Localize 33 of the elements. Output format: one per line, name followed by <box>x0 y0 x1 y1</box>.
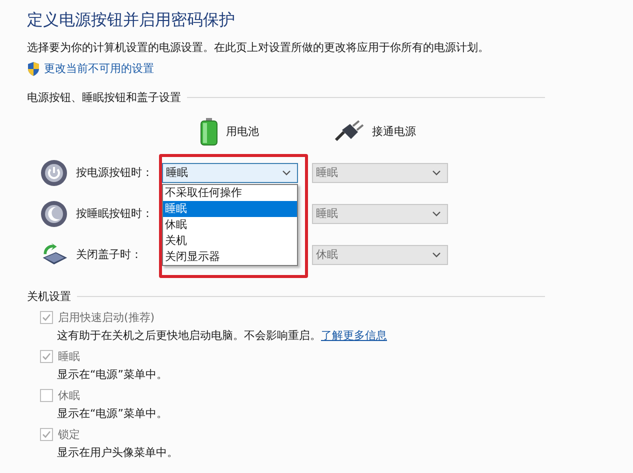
checkbox-label: 睡眠 <box>58 349 80 364</box>
dropdown-option[interactable]: 睡眠 <box>163 200 297 216</box>
admin-link[interactable]: 更改当前不可用的设置 <box>44 61 154 76</box>
dropdown-option[interactable]: 关机 <box>163 232 297 248</box>
dropdown-option[interactable]: 休眠 <box>163 216 297 232</box>
dropdown[interactable]: 睡眠 <box>162 162 298 182</box>
column-header: 用电池 <box>226 124 259 139</box>
checkbox-label: 锁定 <box>58 427 80 442</box>
setting-label: 按睡眠按钮时： <box>75 206 154 221</box>
option-description: 显示在“电源”菜单中。 <box>57 407 168 420</box>
shield-icon <box>27 62 40 76</box>
section-heading: 关机设置 <box>27 289 71 304</box>
option-description: 这有助于在关机之后更快地启动电脑。不会影响重启。 <box>57 329 321 342</box>
checkbox-label: 休眠 <box>58 388 80 403</box>
column-header: 接通电源 <box>372 124 416 139</box>
chevron-down-icon <box>432 210 441 216</box>
chevron-down-icon <box>432 252 441 258</box>
description-text: 选择要为你的计算机设置的电源设置。在此页上对设置所做的更改将应用于你所有的电源计划。 <box>27 40 490 55</box>
chevron-down-icon <box>282 170 291 176</box>
plug-icon <box>334 120 364 144</box>
battery-icon <box>200 118 218 146</box>
setting-label: 按电源按钮时： <box>75 165 154 180</box>
section-heading: 电源按钮、睡眠按钮和盖子设置 <box>27 90 181 105</box>
option-description: 显示在用户头像菜单中。 <box>57 446 178 459</box>
dropdown-option[interactable]: 不采取任何操作 <box>163 184 297 200</box>
chevron-down-icon <box>432 170 441 176</box>
power-icon <box>40 158 68 186</box>
page-title: 定义电源按钮并启用密码保护 <box>27 10 236 31</box>
setting-label: 关闭盖子时： <box>75 247 143 262</box>
moon-icon <box>40 200 68 228</box>
checkbox-label: 启用快速启动(推荐) <box>58 310 155 325</box>
dropdown-option[interactable]: 关闭显示器 <box>163 248 297 264</box>
option-description: 显示在“电源”菜单中。 <box>57 368 168 381</box>
